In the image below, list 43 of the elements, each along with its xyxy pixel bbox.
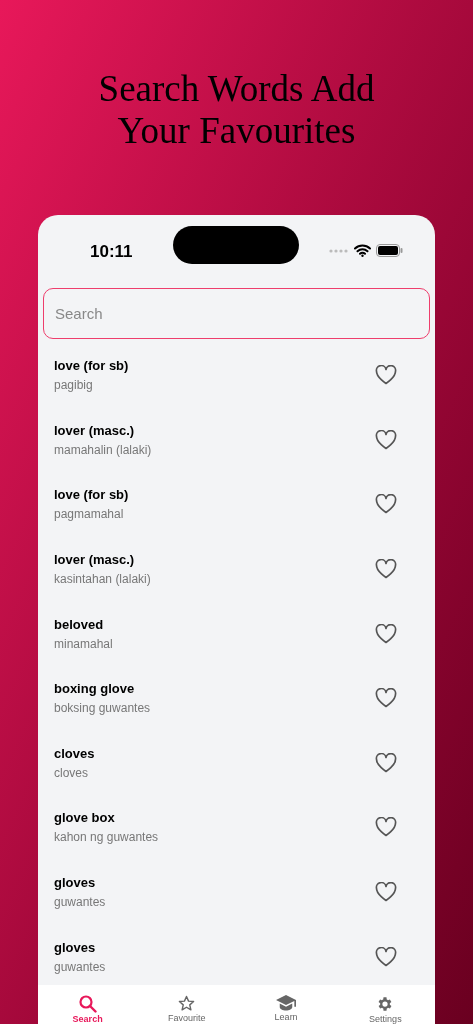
word-translation: kasintahan (lalaki) <box>54 572 152 587</box>
word-translation: boksing guwantes <box>54 701 152 716</box>
star-icon <box>178 995 196 1012</box>
heart-icon[interactable] <box>375 365 397 386</box>
tab[interactable]: Settings <box>335 985 435 1024</box>
word-term: love (for sb) <box>54 358 130 374</box>
signal-icon <box>329 248 349 253</box>
word-term: cloves <box>54 745 96 761</box>
wifi-icon <box>354 244 371 257</box>
heart-icon[interactable] <box>375 752 397 773</box>
battery-icon <box>376 244 403 257</box>
word-term: gloves <box>54 875 97 891</box>
heart-icon[interactable] <box>375 559 397 580</box>
word-term: love (for sb) <box>54 487 130 503</box>
tab[interactable]: Favourite <box>137 985 237 1024</box>
heart-icon[interactable] <box>375 882 397 903</box>
word-translation: cloves <box>54 765 89 780</box>
word-translation: guwantes <box>54 959 107 974</box>
word-term: beloved <box>54 616 105 632</box>
graduation-cap-icon <box>276 995 297 1011</box>
word-term: boxing glove <box>54 681 136 697</box>
heart-icon[interactable] <box>375 429 397 450</box>
word-translation: pagmamahal <box>54 507 125 522</box>
word-translation: guwantes <box>54 895 107 910</box>
word-term: gloves <box>54 939 97 955</box>
word-term: lover (masc.) <box>54 422 136 438</box>
word-term: lover (masc.) <box>54 552 136 568</box>
tab[interactable]: Learn <box>236 985 336 1024</box>
word-translation: kahon ng guwantes <box>54 830 160 845</box>
headline: Search Words Add Your Favourites <box>97 68 376 152</box>
heart-icon[interactable] <box>375 817 397 838</box>
tab[interactable]: Search <box>38 985 138 1024</box>
heart-icon[interactable] <box>375 494 397 515</box>
search-field[interactable]: Search <box>43 288 430 339</box>
word-translation: pagibig <box>54 378 94 393</box>
search-icon <box>78 995 97 1013</box>
heart-icon[interactable] <box>375 623 397 644</box>
status-time: 10:11 <box>90 240 133 263</box>
word-translation: mamahalin (lalaki) <box>54 442 153 457</box>
heart-icon[interactable] <box>375 688 397 709</box>
word-term: glove box <box>54 810 116 826</box>
heart-icon[interactable] <box>375 946 397 967</box>
word-translation: minamahal <box>54 636 114 651</box>
